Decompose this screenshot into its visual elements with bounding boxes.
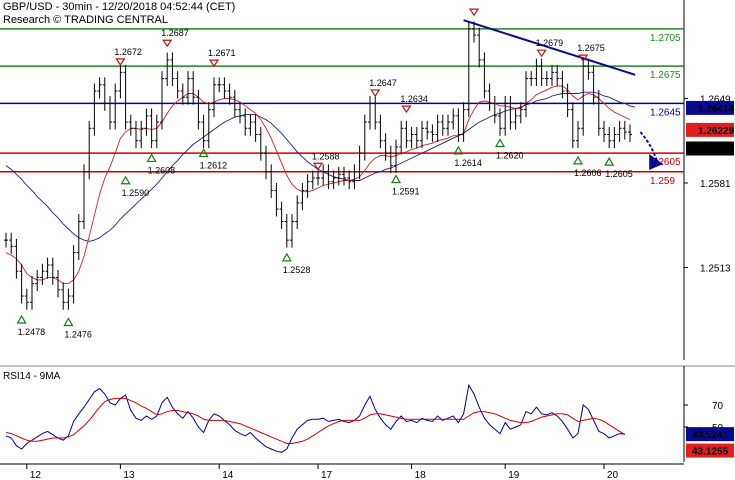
swing-low-label: 1.2478 bbox=[18, 327, 46, 337]
low-marker bbox=[494, 138, 506, 148]
x-axis: 12 13 14 17 18 19 20 bbox=[0, 463, 684, 480]
x-tick-label: 20 bbox=[607, 470, 619, 480]
rsi-tick-label: 70 bbox=[712, 401, 724, 412]
swing-high-label: 1.2687 bbox=[161, 28, 189, 38]
swing-high-label: 1.2672 bbox=[114, 47, 142, 57]
low-marker bbox=[281, 252, 292, 262]
swing-low-label: 1.2605 bbox=[605, 169, 633, 179]
high-marker bbox=[312, 162, 324, 171]
swing-high-label: 1.2679 bbox=[536, 38, 564, 48]
moving-averages bbox=[5, 85, 636, 285]
swing-low-label: 1.2590 bbox=[122, 188, 150, 198]
high-marker bbox=[370, 89, 381, 98]
research-credit: Research © TRADING CENTRAL bbox=[3, 14, 168, 26]
x-tick-label: 17 bbox=[321, 470, 333, 480]
price-candles bbox=[4, 21, 632, 310]
price-badge-label: 1.262 bbox=[698, 145, 723, 156]
swing-high-label: 1.2634 bbox=[400, 94, 428, 104]
low-marker bbox=[63, 317, 74, 327]
swing-high-label: 1.2647 bbox=[369, 78, 397, 88]
low-marker bbox=[572, 155, 584, 165]
rsi-ma-line bbox=[5, 397, 626, 444]
low-marker bbox=[120, 175, 131, 185]
x-tick-label: 14 bbox=[222, 470, 234, 480]
low-marker bbox=[16, 314, 27, 324]
swing-low-label: 1.2620 bbox=[496, 151, 524, 161]
high-marker bbox=[401, 105, 412, 114]
swing-low-label: 1.2476 bbox=[64, 329, 92, 339]
rsi-badge-label: 43.1255 bbox=[692, 447, 729, 458]
swing-low-label: 1.2614 bbox=[454, 158, 482, 168]
rsi-lines bbox=[5, 383, 626, 453]
rsi-panel: RSI14 - 9MA 7050 43.524143.1255 bbox=[3, 366, 734, 462]
low-marker bbox=[146, 153, 157, 163]
rsi-title: RSI14 - 9MA bbox=[3, 371, 61, 382]
y-tick-label: 1.2581 bbox=[700, 179, 731, 190]
swing-low-label: 1.2606 bbox=[574, 168, 602, 178]
x-tick-label: 13 bbox=[123, 470, 135, 480]
high-marker bbox=[536, 49, 547, 58]
high-marker bbox=[208, 59, 220, 68]
price-panel: 1.27051.26751.26451.26051.259 1.26721.26… bbox=[0, 0, 735, 360]
chart-title: GBP/USD - 30min - 12/20/2018 04:52:44 (C… bbox=[3, 1, 236, 13]
swing-markers: 1.2672 1.2687 1.2671 1.26471.2634 1.2588 1.26… bbox=[16, 8, 633, 339]
x-tick-label: 19 bbox=[508, 470, 520, 480]
swing-low-label: 1.2612 bbox=[200, 160, 228, 170]
rsi-line bbox=[5, 383, 625, 453]
swing-high-label: 1.2671 bbox=[208, 48, 236, 58]
x-tick-label: 12 bbox=[30, 470, 42, 480]
level-label: 1.2645 bbox=[650, 107, 681, 118]
price-badge-label: 1.26414 bbox=[698, 104, 735, 115]
rsi-badge-label: 43.5241 bbox=[692, 430, 729, 441]
level-label: 1.259 bbox=[650, 176, 675, 187]
swing-low-label: 1.2528 bbox=[283, 265, 311, 275]
level-label: 1.2675 bbox=[650, 70, 681, 81]
price-y-axis: 1.26491.25811.2513 bbox=[684, 94, 731, 274]
low-marker bbox=[390, 174, 402, 184]
price-badge-label: 1.26229 bbox=[698, 126, 735, 137]
swing-low-label: 1.2608 bbox=[148, 165, 176, 175]
swing-high-label: 1.2675 bbox=[577, 43, 605, 53]
chart-canvas: 1.27051.26751.26451.26051.259 1.26721.26… bbox=[0, 0, 735, 480]
price-badges: 1.26414 1.26229 1.262 bbox=[686, 100, 735, 156]
low-marker bbox=[604, 156, 615, 166]
x-tick-label: 18 bbox=[415, 470, 427, 480]
rsi-badges: 43.5241 43.1255 bbox=[686, 427, 734, 458]
y-tick-label: 1.2513 bbox=[700, 263, 731, 274]
high-marker bbox=[115, 58, 126, 66]
high-marker bbox=[468, 8, 480, 17]
high-marker bbox=[162, 39, 173, 48]
swing-high-label: 1.2588 bbox=[312, 151, 340, 161]
trendline-layer bbox=[463, 19, 664, 171]
ma-slow-line bbox=[5, 91, 636, 242]
level-label: 1.2705 bbox=[650, 33, 681, 44]
swing-low-label: 1.2591 bbox=[392, 187, 420, 197]
